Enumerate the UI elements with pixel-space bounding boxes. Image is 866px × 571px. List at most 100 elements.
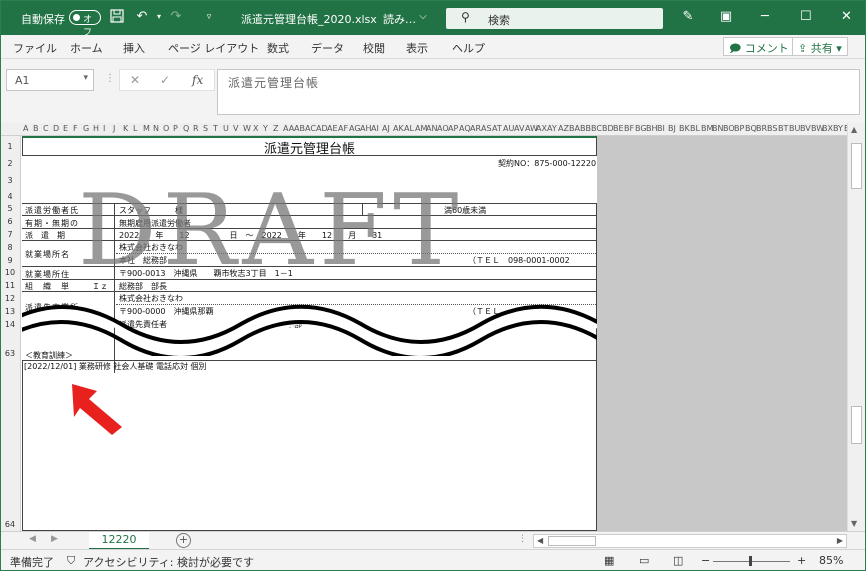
ribbon-display-icon[interactable]: ▣ [718,9,734,25]
column-header[interactable]: AD [316,124,328,133]
column-header[interactable]: Y [263,124,268,133]
normal-view-icon[interactable]: ▦ [604,554,614,567]
zoom-slider[interactable] [713,556,790,566]
tab-file[interactable]: ファイル [13,40,57,56]
row-header[interactable]: 2 [1,159,19,168]
zoom-level[interactable]: 85% [819,554,843,567]
row-header[interactable]: 64 [1,520,19,529]
column-header[interactable]: BE [613,124,624,133]
chevron-down-icon[interactable]: ⌵ [415,9,431,25]
column-header[interactable]: AY [547,124,557,133]
column-header[interactable]: B [33,124,39,133]
column-header[interactable]: Q [183,124,189,133]
column-header[interactable]: BT [778,124,788,133]
worksheet-grid[interactable]: 派遣元管理台帳 契約NO：875-000-12220 派遣労働者氏 有期・無期の… [22,136,597,531]
h-scroll-thumb[interactable] [548,536,596,546]
column-header[interactable]: E [63,124,68,133]
undo-icon[interactable]: ↶ [134,9,150,25]
next-sheet-icon[interactable]: ▶ [51,534,58,544]
column-header[interactable]: AR [470,124,481,133]
column-header[interactable]: V [233,124,238,133]
search-box[interactable]: ⚲ 検索 [446,8,663,29]
column-header[interactable]: K [123,124,128,133]
column-header[interactable]: AI [371,124,379,133]
insert-function-icon[interactable]: fx [192,73,203,87]
tab-view[interactable]: 表示 [406,40,428,56]
column-header[interactable]: AU [503,124,514,133]
column-header[interactable]: BF [624,124,634,133]
chevron-down-icon[interactable]: ▾ [83,73,88,83]
maximize-button[interactable]: ☐ [800,9,812,24]
vertical-scrollbar[interactable]: ▲ ▼ [847,123,865,531]
tab-formulas[interactable]: 数式 [267,40,289,56]
row-header[interactable]: 63 [1,349,19,358]
column-header[interactable]: AB [294,124,305,133]
share-button[interactable]: ⇪ 共有 ▾ [792,37,848,56]
column-header[interactable]: BX [822,124,833,133]
column-header[interactable]: J [113,124,115,133]
column-header[interactable]: BV [800,124,811,133]
column-header[interactable]: BD [602,124,614,133]
column-header[interactable]: BI [657,124,665,133]
column-header[interactable]: S [203,124,208,133]
zoom-out-icon[interactable]: − [701,554,710,567]
column-header[interactable]: AA [283,124,294,133]
scroll-thumb[interactable] [851,143,862,189]
column-header[interactable]: AE [327,124,338,133]
column-header[interactable]: BU [789,124,800,133]
column-header[interactable]: AT [492,124,502,133]
column-header[interactable]: D [53,124,59,133]
autosave-toggle[interactable]: オフ [69,10,101,38]
undo-dropdown-icon[interactable]: ▾ [151,9,167,25]
column-header[interactable]: BR [756,124,767,133]
name-box[interactable]: A1 ▾ [6,69,94,91]
column-header[interactable]: AC [305,124,316,133]
column-header[interactable]: AH [360,124,372,133]
column-header[interactable]: U [223,124,229,133]
column-header[interactable]: BK [679,124,690,133]
row-header[interactable]: 1 [1,142,19,151]
column-header[interactable]: BN [712,124,723,133]
column-header[interactable]: AL [404,124,414,133]
scroll-thumb-lower[interactable] [851,406,862,444]
scroll-right-icon[interactable]: ▶ [837,536,843,545]
add-sheet-icon[interactable]: + [176,533,191,548]
column-header[interactable]: AF [338,124,348,133]
column-header[interactable]: AK [393,124,404,133]
row-header[interactable]: 12 [1,294,19,303]
prev-sheet-icon[interactable]: ◀ [29,534,36,544]
tab-help[interactable]: ヘルプ [452,40,485,56]
tab-insert[interactable]: 挿入 [123,40,145,56]
column-header[interactable]: T [213,124,218,133]
column-header[interactable]: BO [723,124,735,133]
column-header[interactable]: BS [767,124,777,133]
column-header[interactable]: F [73,124,78,133]
column-header[interactable]: AP [448,124,458,133]
row-header[interactable]: 14 [1,320,19,329]
column-header[interactable]: A [23,124,28,133]
column-header[interactable]: BP [734,124,744,133]
column-header[interactable]: H [93,124,99,133]
page-layout-view-icon[interactable]: ▭ [639,554,649,567]
row-header[interactable]: 9 [1,256,19,265]
column-header[interactable]: C [43,124,49,133]
sheet-tab[interactable]: 12220 [89,532,149,550]
row-header[interactable]: 3 [1,176,19,185]
column-header[interactable]: G [83,124,89,133]
splitter-icon[interactable]: ⋮ [518,534,527,544]
close-button[interactable]: ✕ [841,9,852,24]
column-header[interactable]: AJ [382,124,390,133]
row-header[interactable]: 10 [1,268,19,277]
column-header[interactable]: I [103,124,105,133]
column-header[interactable]: BH [646,124,658,133]
row-header[interactable]: 13 [1,307,19,316]
column-header[interactable]: BB [580,124,591,133]
zoom-in-icon[interactable]: + [797,554,806,567]
column-header[interactable]: BA [569,124,580,133]
column-header[interactable]: AQ [459,124,471,133]
tab-home[interactable]: ホーム [70,40,103,56]
customize-toolbar-icon[interactable]: ▿ [201,9,217,25]
row-header[interactable]: 5 [1,204,19,213]
column-header[interactable]: AS [481,124,492,133]
page-break-view-icon[interactable]: ◫ [673,554,683,567]
